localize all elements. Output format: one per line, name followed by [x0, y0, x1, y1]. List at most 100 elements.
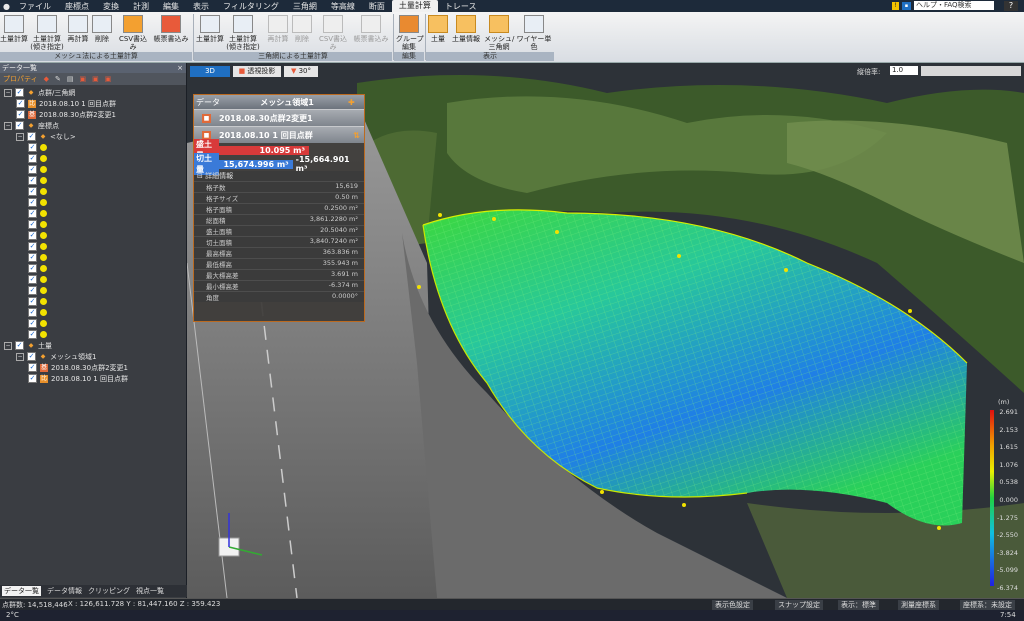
help-search-input[interactable]: ヘルプ・FAQ検索: [914, 1, 994, 10]
mesh-volume-calc-tilt-button[interactable]: 土量計算 (傾き指定): [30, 15, 64, 51]
tree-item[interactable]: ✓: [0, 219, 186, 230]
visibility-checkbox[interactable]: ✓: [28, 297, 37, 306]
mesh-tin-toggle-button[interactable]: メッシュ/ 三角網: [484, 15, 514, 51]
tree-item[interactable]: ✓ 比 2018.08.10 1 回目点群: [0, 98, 186, 109]
menu-measure[interactable]: 計測: [126, 1, 156, 12]
visibility-checkbox[interactable]: ✓: [28, 319, 37, 328]
control-point[interactable]: [784, 268, 788, 272]
visibility-checkbox[interactable]: ✓: [28, 374, 37, 383]
swap-icon[interactable]: ⇅: [353, 131, 364, 140]
tree-item[interactable]: ✓: [0, 241, 186, 252]
tree-item[interactable]: ✓: [0, 318, 186, 329]
menu-section[interactable]: 断面: [362, 1, 392, 12]
property-button[interactable]: プロパティ: [3, 74, 38, 84]
help-question-button[interactable]: ?: [1004, 1, 1018, 11]
menu-trace[interactable]: トレース: [438, 1, 484, 12]
visibility-checkbox[interactable]: ✓: [28, 330, 37, 339]
tree-item[interactable]: ✓: [0, 208, 186, 219]
volume-info-button[interactable]: 土量情報: [450, 15, 482, 43]
tab-viewpoints[interactable]: 視点一覧: [136, 586, 164, 596]
tree-item[interactable]: ✓ 基 2018.08.30点群2変更1: [0, 362, 186, 373]
tree-item[interactable]: − ✓ ◆ 点群/三角網: [0, 87, 186, 98]
tree-item[interactable]: ✓ 比 2018.08.10 1 回目点群: [0, 373, 186, 384]
control-point[interactable]: [600, 490, 604, 494]
menu-file[interactable]: ファイル: [12, 1, 58, 12]
menu-filtering[interactable]: フィルタリング: [216, 1, 286, 12]
menu-volume-calc[interactable]: 土量計算: [391, 0, 438, 12]
control-point[interactable]: [417, 285, 421, 289]
menu-contour[interactable]: 等高線: [324, 1, 362, 12]
control-point[interactable]: [555, 230, 559, 234]
tree-item[interactable]: ✓: [0, 230, 186, 241]
survey-coord-button[interactable]: 測量座標系: [898, 600, 939, 610]
visibility-checkbox[interactable]: ✓: [28, 220, 37, 229]
tin-recalc-button[interactable]: 再計算: [266, 15, 290, 43]
tin-volume-calc-button[interactable]: 土量計算: [196, 15, 224, 43]
expand-toggle-icon[interactable]: −: [4, 121, 12, 130]
tin-csv-write-button[interactable]: CSV書込み: [316, 15, 350, 51]
snap-setting-button[interactable]: スナップ設定: [775, 600, 823, 610]
visibility-checkbox[interactable]: ✓: [15, 341, 24, 350]
visibility-checkbox[interactable]: ✓: [28, 308, 37, 317]
tree-item[interactable]: ✓ 基 2018.08.30点群2変更1: [0, 109, 186, 120]
mesh-delete-button[interactable]: 削除: [92, 15, 112, 43]
visibility-checkbox[interactable]: ✓: [28, 154, 37, 163]
tree-item[interactable]: ✓: [0, 153, 186, 164]
volume-display-button[interactable]: 土量: [428, 15, 448, 43]
visibility-checkbox[interactable]: ✓: [28, 286, 37, 295]
visibility-checkbox[interactable]: ✓: [28, 275, 37, 284]
menu-coordinate-points[interactable]: 座標点: [58, 1, 96, 12]
export-icon[interactable]: ▣: [79, 75, 86, 83]
import-icon[interactable]: ▣: [92, 75, 99, 83]
control-point[interactable]: [492, 217, 496, 221]
expand-toggle-icon[interactable]: −: [4, 88, 12, 97]
visibility-checkbox[interactable]: ✓: [28, 143, 37, 152]
menu-convert[interactable]: 変換: [96, 1, 126, 12]
tool-icon[interactable]: ◆: [44, 75, 49, 83]
menu-view[interactable]: 表示: [186, 1, 216, 12]
projection-button[interactable]: ■ 透視投影: [233, 66, 281, 77]
tree-item[interactable]: − ✓ ◆ 土量: [0, 340, 186, 351]
tab-data-info[interactable]: データ情報: [47, 586, 82, 596]
menu-edit[interactable]: 編集: [156, 1, 186, 12]
visibility-checkbox[interactable]: ✓: [27, 132, 36, 141]
expand-toggle-icon[interactable]: −: [16, 352, 24, 361]
help-search[interactable]: ! ▪ ヘルプ・FAQ検索: [892, 1, 994, 10]
settings-icon[interactable]: ▣: [105, 75, 112, 83]
tin-report-write-button[interactable]: 帳票書込み: [352, 15, 390, 43]
layers-icon[interactable]: ▤: [67, 75, 74, 83]
group-edit-button[interactable]: グループ 編集: [396, 15, 424, 51]
tree-item[interactable]: ✓: [0, 142, 186, 153]
view-3d-button[interactable]: 3D: [190, 66, 230, 77]
tree-item[interactable]: ✓: [0, 263, 186, 274]
visibility-checkbox[interactable]: ✓: [16, 99, 25, 108]
compare-data-row[interactable]: ■ 2018.08.10 1 回目点群 ⇅: [194, 126, 364, 143]
control-point[interactable]: [908, 309, 912, 313]
display-color-setting-button[interactable]: 表示色設定: [712, 600, 753, 610]
volume-settings-icon[interactable]: ✚: [348, 98, 364, 107]
tree-item[interactable]: ✓: [0, 296, 186, 307]
tree-item[interactable]: ✓: [0, 164, 186, 175]
expand-toggle-icon[interactable]: −: [16, 132, 24, 141]
visibility-checkbox[interactable]: ✓: [28, 363, 37, 372]
view-icon-strip[interactable]: [921, 66, 1021, 76]
visibility-checkbox[interactable]: ✓: [28, 198, 37, 207]
control-point[interactable]: [937, 526, 941, 530]
vertical-scale-select[interactable]: 1.0: [890, 66, 918, 75]
tree-item[interactable]: − ✓ ◆ メッシュ領域1: [0, 351, 186, 362]
visibility-checkbox[interactable]: ✓: [16, 110, 25, 119]
mesh-csv-write-button[interactable]: CSV書込み: [116, 15, 150, 51]
tin-delete-button[interactable]: 削除: [292, 15, 312, 43]
pencil-icon[interactable]: ✎: [55, 75, 61, 83]
control-point[interactable]: [438, 213, 442, 217]
coord-system-button[interactable]: 座標系：未設定: [960, 600, 1015, 610]
mesh-report-write-button[interactable]: 帳票書込み: [152, 15, 190, 43]
visibility-checkbox[interactable]: ✓: [28, 165, 37, 174]
display-mode-button[interactable]: 表示：標準: [838, 600, 879, 610]
visibility-checkbox[interactable]: ✓: [28, 242, 37, 251]
tree-item[interactable]: ✓: [0, 186, 186, 197]
angle-button[interactable]: ▼ 30°: [284, 66, 318, 77]
tree-item[interactable]: ✓: [0, 274, 186, 285]
tree-item[interactable]: ✓: [0, 329, 186, 340]
tree-item[interactable]: ✓: [0, 197, 186, 208]
